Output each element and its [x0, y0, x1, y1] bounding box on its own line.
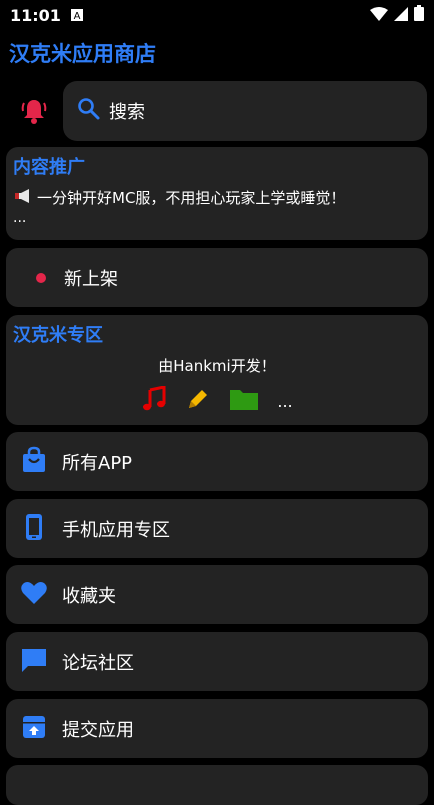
menu-item-partial[interactable] — [6, 765, 428, 805]
menu-item-phone-apps[interactable]: 手机应用专区 — [6, 499, 428, 558]
shopping-bag-icon — [20, 446, 48, 478]
notification-a-icon: A — [70, 6, 83, 25]
new-indicator-dot — [36, 272, 46, 283]
zone-subtitle: 由Hankmi开发！ — [158, 357, 276, 375]
signal-icon — [394, 6, 408, 25]
menu-label-phone-apps: 手机应用专区 — [62, 519, 170, 541]
megaphone-icon — [13, 188, 33, 208]
upload-box-icon — [20, 713, 48, 745]
menu-item-all-apps[interactable]: 所有APP — [6, 432, 428, 491]
hankmi-zone-card[interactable]: 汉克米专区 由Hankmi开发！ ... — [6, 315, 428, 425]
menu-item-forum[interactable]: 论坛社区 — [6, 632, 428, 691]
wifi-icon — [370, 6, 388, 25]
menu-label-submit-app: 提交应用 — [62, 719, 134, 741]
new-shelf-item[interactable]: 新上架 — [6, 248, 428, 307]
status-time: 11:01 — [10, 5, 61, 25]
heart-icon — [20, 579, 48, 611]
battery-icon — [414, 5, 424, 25]
search-bar[interactable]: 搜索 — [63, 81, 427, 141]
pen-icon[interactable] — [185, 386, 211, 416]
menu-label-forum: 论坛社区 — [62, 652, 134, 674]
folder-icon[interactable] — [229, 387, 259, 415]
zone-title: 汉克米专区 — [13, 325, 103, 346]
app-title: 汉克米应用商店 — [9, 42, 156, 66]
promo-card[interactable]: 内容推广 一分钟开好MC服，不用担心玩家上学或睡觉！ ... — [6, 147, 428, 240]
chat-icon — [20, 646, 48, 678]
new-shelf-label: 新上架 — [64, 268, 118, 290]
zone-more[interactable]: ... — [277, 392, 292, 411]
music-icon[interactable] — [141, 385, 167, 416]
search-label: 搜索 — [109, 102, 145, 123]
svg-text:A: A — [74, 11, 81, 21]
menu-item-favorites[interactable]: 收藏夹 — [6, 565, 428, 624]
notification-bell-icon[interactable] — [18, 95, 50, 127]
menu-item-submit-app[interactable]: 提交应用 — [6, 699, 428, 758]
search-icon — [77, 97, 101, 125]
promo-text: 一分钟开好MC服，不用担心玩家上学或睡觉！ — [37, 189, 346, 207]
promo-title: 内容推广 — [13, 157, 85, 178]
phone-icon — [20, 513, 48, 545]
promo-more: ... — [13, 210, 27, 226]
menu-label-all-apps: 所有APP — [62, 452, 133, 474]
menu-label-favorites: 收藏夹 — [62, 585, 116, 607]
status-bar: 11:01 A — [0, 0, 434, 30]
